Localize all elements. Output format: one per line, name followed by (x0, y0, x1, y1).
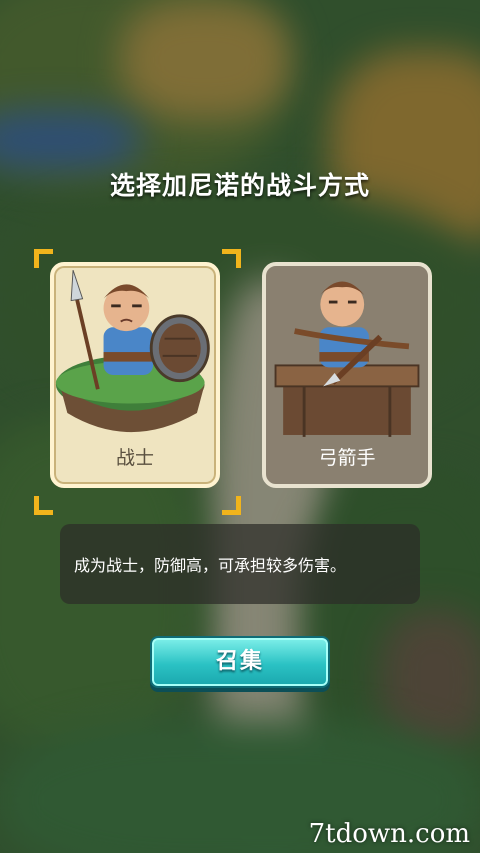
class-description: 成为战士，防御高，可承担较多伤害。 (60, 524, 420, 604)
archer-icon (274, 281, 420, 437)
summon-button[interactable]: 召集 (150, 636, 330, 688)
selection-corner-top-right (222, 249, 241, 268)
class-card-warrior[interactable]: 战士 (50, 262, 220, 488)
class-label-archer: 弓箭手 (318, 447, 376, 469)
class-description-text: 成为战士，防御高，可承担较多伤害。 (74, 556, 347, 575)
warrior-icon (55, 269, 210, 433)
class-card-archer[interactable]: 弓箭手 (262, 262, 432, 488)
selection-corner-bottom-left (34, 496, 53, 515)
watermark: 7tdown.com (308, 819, 470, 849)
class-label-warrior: 战士 (115, 447, 154, 469)
selection-corner-top-left (34, 249, 53, 268)
page-title: 选择加尼诺的战斗方式 (109, 171, 370, 200)
selection-corner-bottom-right (222, 496, 241, 515)
